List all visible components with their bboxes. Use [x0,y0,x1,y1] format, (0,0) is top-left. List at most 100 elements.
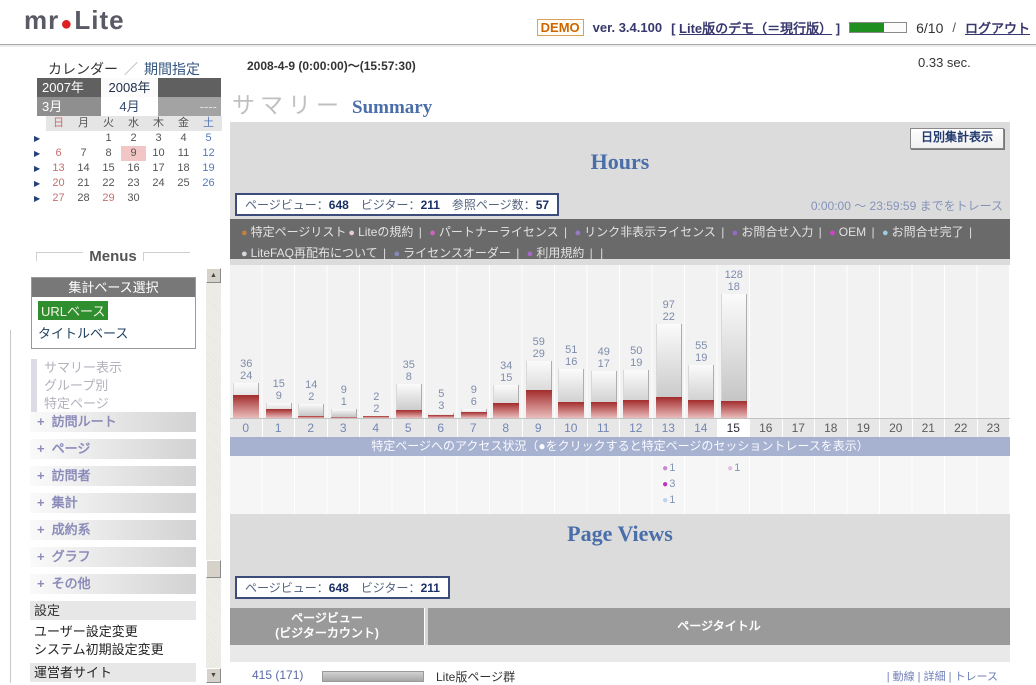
chart-bar[interactable] [461,409,487,418]
calendar-day[interactable]: 16 [121,161,146,176]
operator-site-link[interactable]: 運営者サイト [30,663,196,682]
prev-month-cell[interactable]: 3月 [37,97,101,116]
calendar-day[interactable]: 9 [121,146,146,161]
hour-axis-label[interactable]: 13 [653,419,686,437]
hour-axis-label[interactable]: 1 [263,419,296,437]
session-trace-dot[interactable]: ●1 [653,462,686,474]
calendar-day[interactable]: 29 [96,191,121,206]
hour-axis-label[interactable]: 5 [393,419,426,437]
accordion-item[interactable]: +ページ [30,439,196,459]
calendar-day[interactable]: 12 [196,146,221,161]
chart-bar[interactable] [331,409,357,418]
hour-axis-label[interactable]: 9 [523,419,556,437]
chart-bar[interactable] [591,371,617,418]
chart-bar[interactable] [493,385,519,418]
accordion-item[interactable]: +成約系 [30,520,196,540]
week-select-arrow-icon[interactable]: ▶ [34,131,46,146]
calendar-day[interactable]: 1 [96,131,121,146]
scrollbar-thumb[interactable] [206,560,221,578]
current-month-cell[interactable]: 4月 [101,97,158,116]
chart-bar[interactable] [688,365,714,418]
chart-bar[interactable] [396,384,422,418]
calendar-day[interactable]: 8 [96,146,121,161]
calendar-day[interactable]: 17 [146,161,171,176]
hour-axis-label[interactable]: 4 [360,419,393,437]
calendar-day[interactable]: 21 [71,176,96,191]
demo-version-link[interactable]: Lite版のデモ（＝現行版） [679,21,832,36]
calendar-day[interactable]: 22 [96,176,121,191]
scrollbar-down-icon[interactable]: ▼ [206,668,221,683]
prev-year-cell[interactable]: 2007年 [37,78,101,97]
hour-axis-label[interactable]: 6 [425,419,458,437]
chart-bar[interactable] [526,361,552,418]
settings-link[interactable]: ユーザー設定変更 [34,623,192,641]
calendar-day[interactable]: 15 [96,161,121,176]
calendar-day[interactable]: 6 [46,146,71,161]
row-action-links[interactable]: | 動線 | 詳細 | トレース [887,668,998,684]
calendar-day[interactable]: 18 [171,161,196,176]
calendar-day[interactable]: 7 [71,146,96,161]
current-year-cell[interactable]: 2008年 [101,78,158,97]
accordion-item[interactable]: +訪問者 [30,466,196,486]
tab-calendar[interactable]: カレンダー [48,61,118,77]
chart-bar[interactable] [656,324,682,418]
chart-bar[interactable] [721,294,747,418]
chart-bar[interactable] [623,370,649,418]
view-link[interactable]: グループ別 [44,377,122,395]
calendar-day[interactable]: 28 [71,191,96,206]
calendar-day[interactable]: 11 [171,146,196,161]
accordion-item[interactable]: +グラフ [30,547,196,567]
hour-axis-label[interactable]: 2 [295,419,328,437]
tab-period[interactable]: 期間指定 [144,61,200,77]
calendar-day[interactable]: 20 [46,176,71,191]
week-select-arrow-icon[interactable]: ▶ [34,161,46,176]
calendar-day[interactable]: 27 [46,191,71,206]
calendar-day[interactable]: 19 [196,161,221,176]
chart-bar[interactable] [233,383,259,418]
hour-axis-label[interactable]: 10 [555,419,588,437]
week-select-arrow-icon[interactable]: ▶ [34,176,46,191]
settings-link[interactable]: システム初期設定変更 [34,641,192,659]
week-select-arrow-icon[interactable]: ▶ [34,146,46,161]
calendar-day[interactable]: 30 [121,191,146,206]
calendar-day[interactable]: 4 [171,131,196,146]
session-trace-dot[interactable]: ●3 [653,478,686,490]
calendar-day[interactable]: 25 [171,176,196,191]
hour-axis-label[interactable]: 11 [588,419,621,437]
chart-bar[interactable] [266,403,292,418]
hour-axis-label[interactable]: 12 [620,419,653,437]
calendar-day[interactable]: 24 [146,176,171,191]
calendar-day[interactable]: 26 [196,176,221,191]
hour-axis-label[interactable]: 0 [230,419,263,437]
hour-axis-label[interactable]: 7 [458,419,491,437]
logout-link[interactable]: ログアウト [965,21,1030,36]
chart-bar[interactable] [298,404,324,418]
calendar-day[interactable]: 23 [121,176,146,191]
view-link[interactable]: 特定ページ [44,395,122,413]
session-trace-dot[interactable]: ●1 [718,462,751,474]
view-link[interactable]: サマリー表示 [44,359,122,377]
hour-axis-label[interactable]: 8 [490,419,523,437]
calendar-day[interactable]: 10 [146,146,171,161]
calendar-day[interactable]: 13 [46,161,71,176]
sidebar-scrollbar[interactable]: ▲ ▼ [206,268,221,683]
week-select-arrow-icon[interactable]: ▶ [34,191,46,206]
chart-bar[interactable] [363,416,389,418]
accordion-item[interactable]: +その他 [30,574,196,594]
scrollbar-up-icon[interactable]: ▲ [206,268,221,283]
hour-axis-label[interactable]: 15 [718,419,751,437]
calendar-day[interactable]: 2 [121,131,146,146]
accordion-item[interactable]: +訪問ルート [30,412,196,432]
hour-axis-label[interactable]: 3 [328,419,361,437]
accordion-item[interactable]: +集計 [30,493,196,513]
daily-summary-button[interactable]: 日別集計表示 [910,128,1004,149]
url-base-option[interactable]: URLベース [38,301,108,320]
chart-bar[interactable] [428,413,454,418]
calendar-day[interactable]: 5 [196,131,221,146]
calendar-day[interactable]: 14 [71,161,96,176]
session-trace-dot[interactable]: ●1 [653,494,686,506]
calendar-day[interactable]: 3 [146,131,171,146]
chart-bar[interactable] [558,369,584,418]
title-base-option[interactable]: タイトルベース [38,323,189,342]
hour-axis-label[interactable]: 14 [685,419,718,437]
